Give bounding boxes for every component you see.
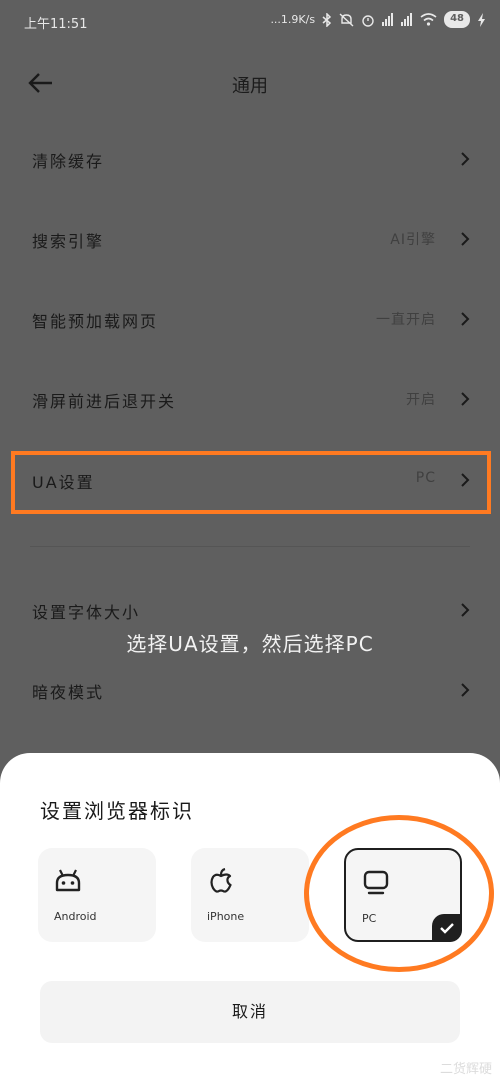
chevron-right-icon bbox=[461, 603, 470, 617]
setting-swipe-nav[interactable]: 滑屏前进后退开关 开启 bbox=[0, 370, 500, 430]
net-speed: ...1.9K/s bbox=[270, 13, 316, 26]
alarm-icon bbox=[362, 14, 374, 27]
ua-highlight-box bbox=[11, 451, 491, 514]
option-label: Android bbox=[54, 910, 97, 923]
pc-highlight-ring bbox=[304, 815, 494, 972]
watermark: 二货辉硬 bbox=[439, 1062, 492, 1077]
setting-label: 滑屏前进后退开关 bbox=[32, 392, 177, 411]
setting-preload[interactable]: 智能预加载网页 一直开启 bbox=[0, 290, 500, 350]
page-title: 通用 bbox=[232, 76, 268, 97]
setting-search-engine[interactable]: 搜索引擎 AI引擎 bbox=[0, 210, 500, 270]
setting-label: 搜索引擎 bbox=[32, 232, 105, 251]
sheet-title: 设置浏览器标识 bbox=[40, 799, 194, 823]
battery-icon: 48 bbox=[444, 11, 470, 28]
chevron-right-icon bbox=[461, 232, 470, 246]
setting-value: 开启 bbox=[406, 392, 436, 408]
mute-icon bbox=[339, 12, 354, 27]
option-android[interactable]: Android bbox=[38, 848, 156, 942]
wifi-icon bbox=[420, 13, 437, 26]
setting-clear-cache[interactable]: 清除缓存 bbox=[0, 130, 500, 190]
chevron-right-icon bbox=[461, 312, 470, 326]
status-time: 上午11:51 bbox=[24, 17, 88, 32]
chevron-right-icon bbox=[461, 392, 470, 406]
setting-value: 一直开启 bbox=[376, 312, 436, 328]
cancel-button[interactable]: 取消 bbox=[40, 981, 460, 1043]
android-icon bbox=[55, 869, 81, 892]
chevron-right-icon bbox=[461, 152, 470, 166]
divider bbox=[30, 546, 470, 547]
status-bar: 上午11:51 ...1.9K/s 48 bbox=[0, 0, 500, 44]
setting-dark-mode[interactable]: 暗夜模式 bbox=[0, 661, 500, 721]
page-header: 通用 bbox=[0, 58, 500, 108]
signal-r-icon bbox=[401, 13, 413, 26]
signal-icon bbox=[382, 13, 394, 26]
status-icons: ...1.9K/s 48 bbox=[270, 11, 486, 28]
option-iphone[interactable]: iPhone bbox=[191, 848, 309, 942]
setting-value: AI引擎 bbox=[390, 232, 436, 248]
annotation-text: 选择UA设置，然后选择PC bbox=[126, 632, 374, 656]
setting-label: 设置字体大小 bbox=[32, 603, 141, 622]
setting-label: 清除缓存 bbox=[32, 152, 105, 171]
charging-icon bbox=[478, 12, 485, 27]
setting-label: 智能预加载网页 bbox=[32, 312, 159, 331]
option-label: iPhone bbox=[207, 910, 245, 923]
apple-icon bbox=[210, 868, 232, 893]
bluetooth-icon bbox=[322, 12, 332, 27]
setting-label: 暗夜模式 bbox=[32, 683, 105, 702]
chevron-right-icon bbox=[461, 683, 470, 697]
